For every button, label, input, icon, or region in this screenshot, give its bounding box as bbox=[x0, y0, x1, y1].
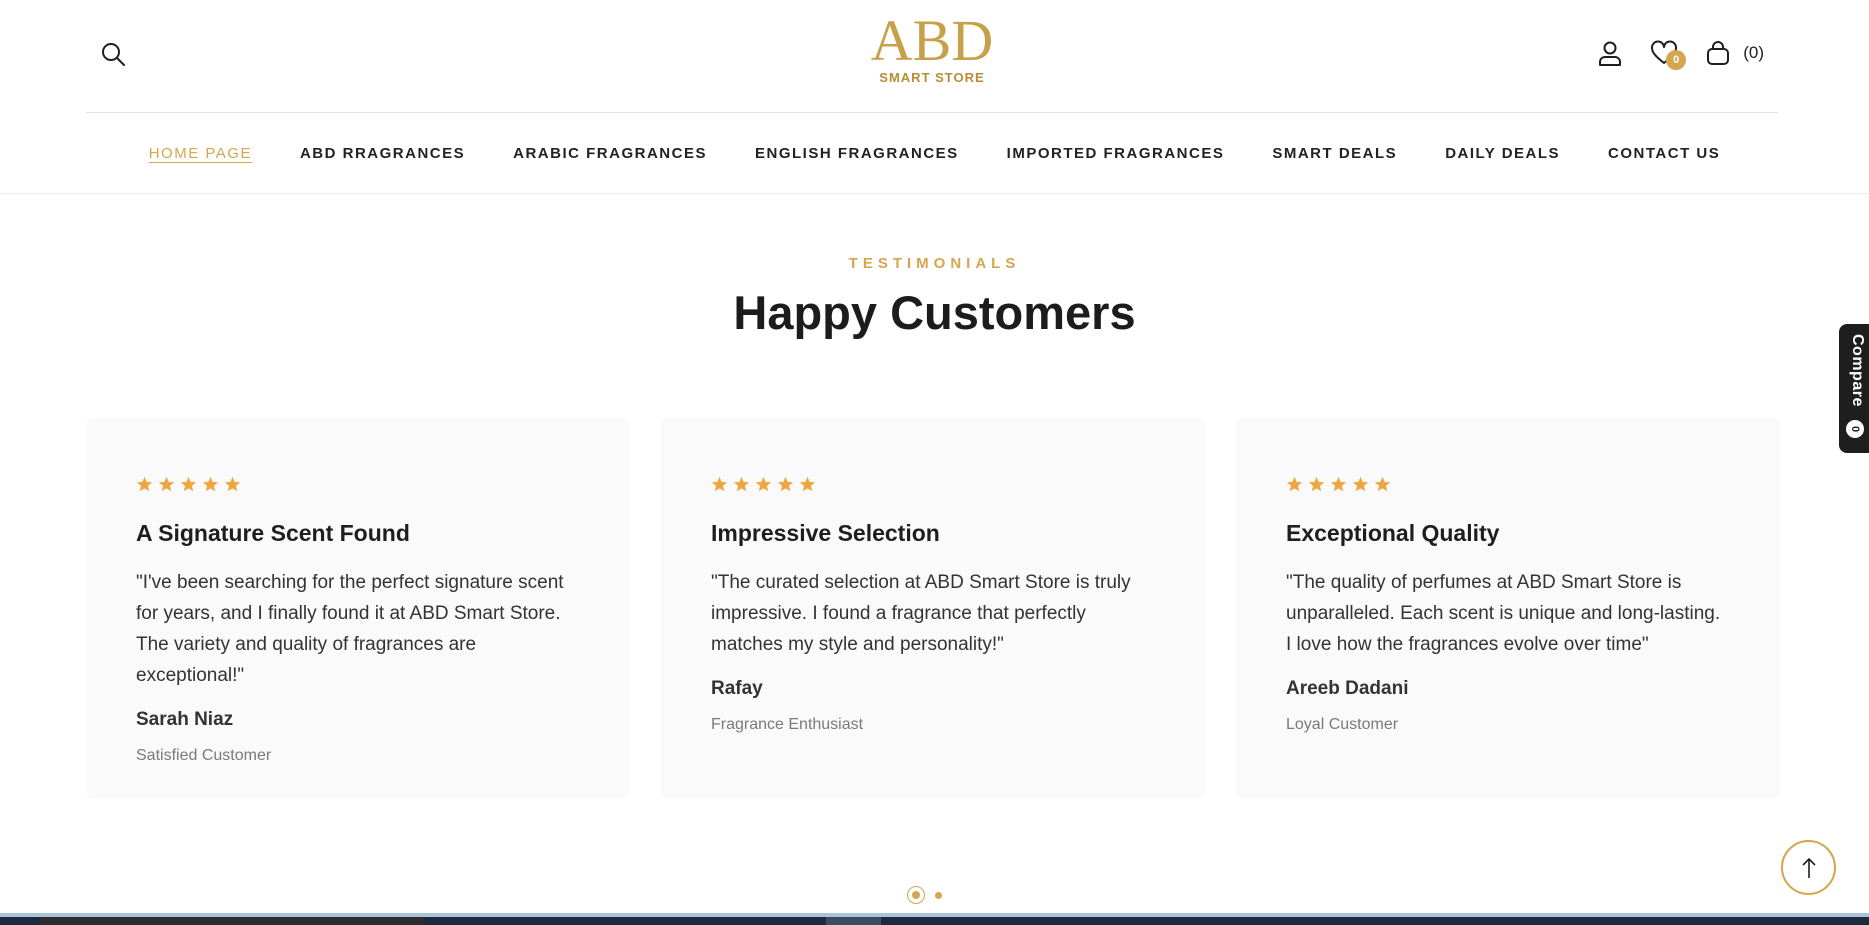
nav-item-home-page[interactable]: HOME PAGE bbox=[149, 145, 252, 162]
section-eyebrow: TESTIMONIALS bbox=[848, 255, 1021, 272]
testimonial-card: Exceptional Quality "The quality of perf… bbox=[1236, 418, 1780, 798]
star-icon bbox=[777, 476, 794, 492]
testimonials-carousel: A Signature Scent Found "I've been searc… bbox=[86, 418, 1781, 798]
nav-item-imported-fragrances[interactable]: IMPORTED FRAGRANCES bbox=[1007, 145, 1225, 162]
star-icon bbox=[1352, 476, 1369, 492]
star-rating bbox=[136, 476, 580, 496]
nav-item-arabic-fragrances[interactable]: ARABIC FRAGRANCES bbox=[513, 145, 707, 162]
star-icon bbox=[1374, 476, 1391, 492]
testimonial-card: Impressive Selection "The curated select… bbox=[661, 418, 1205, 798]
arrow-up-icon bbox=[1801, 857, 1816, 878]
star-icon bbox=[158, 476, 175, 492]
pagination-dot[interactable] bbox=[935, 891, 942, 899]
nav-item-smart-deals[interactable]: SMART DEALS bbox=[1272, 145, 1397, 162]
testimonial-author: Rafay bbox=[711, 678, 763, 699]
star-icon bbox=[136, 476, 153, 492]
testimonial-quote: "The quality of perfumes at ABD Smart St… bbox=[1286, 572, 1721, 655]
logo-subtitle: SMART STORE bbox=[879, 70, 985, 85]
testimonial-author-role: Loyal Customer bbox=[1286, 716, 1399, 733]
testimonial-quote: "I've been searching for the perfect sig… bbox=[136, 572, 564, 686]
star-icon bbox=[755, 476, 772, 492]
account-button[interactable] bbox=[1595, 38, 1625, 68]
testimonial-quote: "The curated selection at ABD Smart Stor… bbox=[711, 572, 1131, 655]
nav-item-contact-us[interactable]: CONTACT US bbox=[1608, 145, 1720, 162]
testimonial-title: A Signature Scent Found bbox=[136, 520, 410, 546]
nav-item-abd-rragrances[interactable]: ABD RRAGRANCES bbox=[300, 145, 465, 162]
scroll-to-top-button[interactable] bbox=[1781, 840, 1836, 895]
star-rating bbox=[711, 476, 1155, 496]
search-button[interactable] bbox=[99, 40, 127, 68]
star-rating bbox=[1286, 476, 1730, 496]
compare-label: Compare bbox=[1849, 334, 1866, 407]
star-icon bbox=[224, 476, 241, 492]
testimonial-author-role: Fragrance Enthusiast bbox=[711, 716, 864, 733]
testimonial-title: Impressive Selection bbox=[711, 520, 940, 546]
compare-side-tab[interactable]: Compare 0 bbox=[1839, 324, 1869, 453]
compare-count-badge: 0 bbox=[1846, 420, 1864, 438]
cart-count[interactable]: (0) bbox=[1743, 43, 1764, 63]
logo-mark: ABD bbox=[870, 8, 994, 73]
testimonial-author-role: Satisfied Customer bbox=[136, 747, 272, 764]
nav-item-daily-deals[interactable]: DAILY DEALS bbox=[1445, 145, 1560, 162]
wishlist-button[interactable]: 0 bbox=[1649, 38, 1687, 70]
star-icon bbox=[180, 476, 197, 492]
star-icon bbox=[733, 476, 750, 492]
os-taskbar-strip bbox=[0, 913, 1869, 925]
shopping-bag-icon bbox=[1707, 41, 1730, 65]
testimonial-author: Areeb Dadani bbox=[1286, 678, 1409, 699]
testimonial-card: A Signature Scent Found "I've been searc… bbox=[86, 418, 630, 798]
cart-button[interactable] bbox=[1703, 38, 1733, 68]
star-icon bbox=[1330, 476, 1347, 492]
star-icon bbox=[711, 476, 728, 492]
wishlist-count-badge: 0 bbox=[1666, 50, 1687, 70]
nav-item-english-fragrances[interactable]: ENGLISH FRAGRANCES bbox=[755, 145, 959, 162]
site-logo[interactable]: ABD SMART STORE bbox=[862, 12, 1002, 92]
star-icon bbox=[1286, 476, 1303, 492]
main-navigation: HOME PAGE ABD RRAGRANCES ARABIC FRAGRANC… bbox=[0, 113, 1869, 194]
site-header: ABD SMART STORE 0 (0) bbox=[0, 0, 1869, 113]
header-actions: 0 (0) bbox=[1595, 38, 1764, 70]
section-title: Happy Customers bbox=[733, 286, 1136, 339]
nav-list: HOME PAGE ABD RRAGRANCES ARABIC FRAGRANC… bbox=[149, 145, 1721, 162]
star-icon bbox=[202, 476, 219, 492]
testimonial-author: Sarah Niaz bbox=[136, 709, 234, 730]
star-icon bbox=[799, 476, 816, 492]
user-icon bbox=[1599, 41, 1622, 66]
testimonial-title: Exceptional Quality bbox=[1286, 520, 1500, 546]
star-icon bbox=[1308, 476, 1325, 492]
search-icon bbox=[102, 43, 125, 66]
carousel-pagination bbox=[907, 886, 942, 904]
pagination-dot-active[interactable] bbox=[907, 886, 925, 904]
